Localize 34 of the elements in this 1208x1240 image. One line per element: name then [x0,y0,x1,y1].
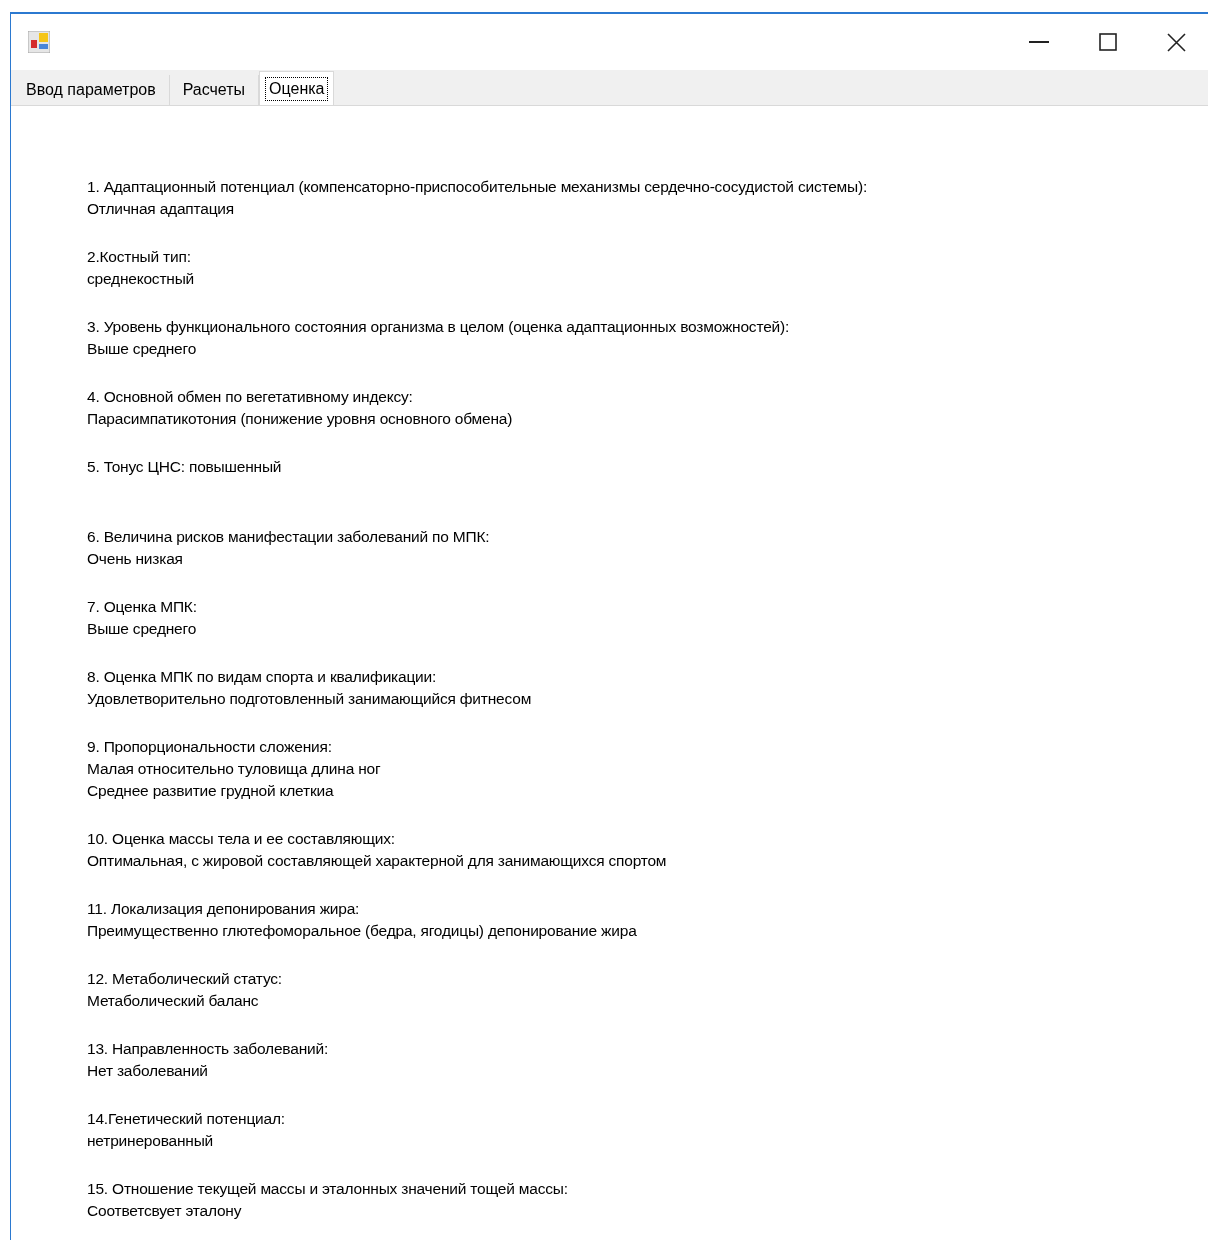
result-value: Удовлетворительно подготовленный занимающийся фитнесом [87,689,533,709]
result-value: Преимущественно глютефоморальное (бедра, ягодицы) депонирование жира [87,921,638,941]
result-value: нетринерованный [87,1131,215,1151]
result-value: Нет заболеваний [87,1061,209,1081]
result-title: 9. Пропорциональности сложения: [87,737,333,757]
result-value: Выше среднего [87,339,198,359]
result-title: 10. Оценка массы тела и ее составляющих: [87,829,396,849]
result-value: Очень низкая [87,549,184,569]
result-value: среднекостный [87,269,196,289]
result-value: Метаболический баланс [87,991,260,1011]
result-title: 14.Генетический потенциал: [87,1109,286,1129]
result-value: Оптимальная, с жировой составляющей характерной для занимающихся спортом [87,851,668,871]
tab[interactable]: Оценка [259,71,335,105]
result-title: 5. Тонус ЦНС: повышенный [87,457,283,477]
result-title: 4. Основной обмен по вегетативному индексу: [87,387,414,407]
maximize-icon[interactable] [1099,33,1117,51]
result-title: 6. Величина рисков манифестации заболеваний по МПК: [87,527,491,547]
result-value: Отличная адаптация [87,199,236,219]
result-title: 11. Локализация депонирования жира: [87,899,361,919]
result-value: Малая относительно туловища длина ног [87,759,382,779]
result-title: 2.Костный тип: [87,247,192,267]
result-value: Соответсвует эталону [87,1201,243,1221]
close-icon[interactable] [1167,32,1186,52]
app-icon [28,31,50,53]
result-title: 12. Метаболический статус: [87,969,283,989]
result-value: Среднее развитие грудной клеткиа [87,781,335,801]
result-title: 3. Уровень функционального состояния организма в целом (оценка адаптационных возможностей): [87,317,791,337]
result-value: Парасимпатикотония (понижение уровня основного обмена) [87,409,514,429]
result-title: 15. Отношение текущей массы и эталонных значений тощей массы: [87,1179,569,1199]
result-title: 7. Оценка МПК: [87,597,198,617]
result-title: 8. Оценка МПК по видам спорта и квалификации: [87,667,438,687]
result-value: Выше среднего [87,619,198,639]
result-title: 1. Адаптационный потенциал (компенсаторно-приспособительные механизмы сердечно-сосудистой системы): [87,177,869,197]
result-title: 13. Направленность заболеваний: [87,1039,330,1059]
